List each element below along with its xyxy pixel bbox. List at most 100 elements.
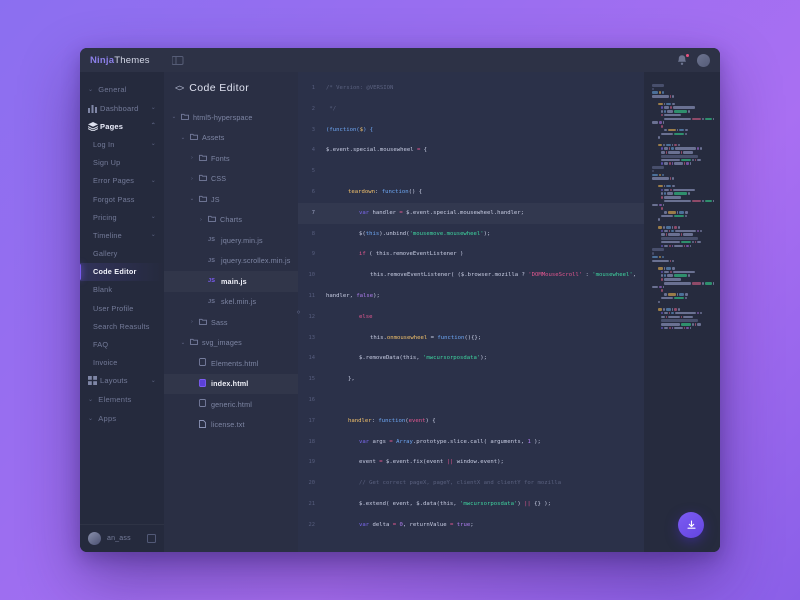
app-logo[interactable]: NinjaThemes: [90, 55, 150, 66]
chevron-down-icon: ⌄: [150, 214, 156, 221]
code-minimap[interactable]: [644, 72, 720, 552]
code-line[interactable]: var args = Array.prototype.slice.call( a…: [320, 432, 644, 453]
tree-folder-row[interactable]: › CSS: [164, 169, 298, 190]
tree-folder-row[interactable]: › Fonts: [164, 148, 298, 169]
minimap-line: [652, 117, 714, 121]
sidebar-item-gallery[interactable]: Gallery: [80, 245, 164, 263]
tree-item-label: main.js: [221, 276, 247, 286]
code-token: args: [369, 438, 390, 445]
sidebar-group-elements[interactable]: ⌄ Elements: [80, 390, 164, 409]
app-window: NinjaThemes ⌄ General Dashboard ⌄ Pages …: [80, 48, 720, 552]
sidebar-item-pricing[interactable]: Pricing ⌄: [80, 208, 164, 226]
minimap-token: [675, 147, 697, 151]
code-line[interactable]: this.onmousewheel = function(){};: [320, 328, 644, 349]
tree-folder-row[interactable]: › Charts: [164, 210, 298, 231]
tree-file-row[interactable]: JS jquery.min.js: [164, 230, 298, 251]
sidebar-item-error-pages[interactable]: Error Pages ⌄: [80, 172, 164, 190]
code-line[interactable]: $.removeData(this, 'mwcursorposdata');: [320, 348, 644, 369]
tree-file-row[interactable]: Elements.html: [164, 353, 298, 374]
code-line[interactable]: handler, false);: [320, 286, 644, 307]
tree-file-row[interactable]: index.html: [164, 374, 298, 395]
code-content[interactable]: /* Version: @VERSION */(function($) {$.e…: [320, 72, 644, 552]
bell-icon[interactable]: [676, 52, 690, 67]
tree-folder-row[interactable]: ⌄ JS: [164, 189, 298, 210]
sidebar-item-log-in[interactable]: Log In ⌄: [80, 135, 164, 153]
code-line[interactable]: $(this).unbind('mousemove.mousewheel');: [320, 224, 644, 245]
file-tree[interactable]: ⌄ html5-hyperspace ⌄ Assets › Fonts › CSS ⌄ JS › Ch…: [164, 104, 298, 552]
minimap-token: [685, 132, 687, 136]
code-line[interactable]: $.event.special.mousewheel = {: [320, 140, 644, 161]
avatar[interactable]: [697, 53, 710, 67]
code-line[interactable]: [320, 390, 644, 411]
sidebar-item-layouts[interactable]: Layouts ⌄: [80, 372, 164, 390]
disclosure-arrow-icon[interactable]: ⌄: [180, 340, 186, 346]
tree-folder-row[interactable]: › Sass: [164, 312, 298, 333]
minimap-token: [683, 326, 686, 330]
tree-file-row[interactable]: license.txt: [164, 415, 298, 436]
sidebar-item-user-profile[interactable]: User Profile: [80, 299, 164, 317]
code-line[interactable]: },: [320, 369, 644, 390]
code-line[interactable]: var delta = 0, returnValue = true;: [320, 515, 644, 536]
disclosure-arrow-icon[interactable]: ⌄: [180, 135, 186, 141]
code-line[interactable]: (function($) {: [320, 120, 644, 141]
sidebar-item-pages[interactable]: Pages ⌃: [80, 117, 164, 135]
sidebar-item-search-results[interactable]: Search Reasults: [80, 317, 164, 335]
code-line[interactable]: [320, 161, 644, 182]
tree-file-row[interactable]: JS main.js: [164, 271, 298, 292]
minimap-token: [673, 214, 685, 218]
tree-file-row[interactable]: JS skel.min.js: [164, 292, 298, 313]
tree-file-row[interactable]: generic.html: [164, 394, 298, 415]
sidebar-item-sign-up[interactable]: Sign Up: [80, 154, 164, 172]
code-line[interactable]: $.extend( event, $.data(this, 'mwcursorp…: [320, 494, 644, 515]
sidebar-item-label: Code Editor: [93, 267, 137, 277]
disclosure-arrow-icon[interactable]: ›: [198, 217, 204, 223]
code-token: (function(: [326, 126, 360, 133]
disclosure-arrow-icon[interactable]: ›: [189, 176, 195, 182]
minimap-token: [663, 229, 668, 233]
code-editor[interactable]: 1 2 3 4 5 6 7 8 9 10 11 12 13 14 15 16 17 18 19 20 21 22 /* V…: [298, 72, 720, 552]
code-line[interactable]: if ( this.removeEventListener ): [320, 244, 644, 265]
code-line[interactable]: var handler = $.event.special.mousewheel…: [320, 203, 644, 224]
sidebar-group-general[interactable]: ⌄ General: [80, 80, 164, 99]
code-line[interactable]: */: [320, 99, 644, 120]
tree-folder-row[interactable]: ⌄ svg_images: [164, 333, 298, 354]
avatar[interactable]: [88, 532, 101, 545]
sidebar-scroll[interactable]: ⌄ General Dashboard ⌄ Pages ⌃ Log In ⌄ S…: [80, 72, 164, 524]
tree-file-row[interactable]: JS jquery.scrollex.min.js: [164, 251, 298, 272]
code-line[interactable]: handler: function(event) {: [320, 411, 644, 432]
code-line[interactable]: else: [320, 307, 644, 328]
tree-folder-row[interactable]: ⌄ html5-hyperspace: [164, 107, 298, 128]
sidebar-username: an_ass: [107, 535, 131, 542]
sidebar-item-forgot-pass[interactable]: Forgot Pass: [80, 190, 164, 208]
minimap-token: [704, 281, 712, 285]
minimap-line: [652, 218, 714, 222]
sidebar-item-blank[interactable]: Blank: [80, 281, 164, 299]
download-button[interactable]: [678, 512, 704, 538]
disclosure-arrow-icon[interactable]: ⌄: [171, 114, 177, 120]
sidebar-item-label: Blank: [93, 285, 113, 295]
disclosure-arrow-icon[interactable]: ›: [189, 319, 195, 325]
sidebar-item-timeline[interactable]: Timeline ⌄: [80, 226, 164, 244]
code-line[interactable]: // Get correct pageX, pageY, clientX and…: [320, 473, 644, 494]
disclosure-arrow-icon[interactable]: ⌄: [189, 196, 195, 202]
minimap-token: [689, 162, 692, 166]
logout-icon[interactable]: [147, 534, 156, 543]
code-line[interactable]: event = $.event.fix(event || window.even…: [320, 452, 644, 473]
minimap-token: [658, 300, 660, 304]
resize-handle-icon[interactable]: ‹›: [293, 304, 303, 320]
code-line[interactable]: teardown: function() {: [320, 182, 644, 203]
sidebar-item-code-editor[interactable]: Code Editor: [80, 262, 164, 281]
disclosure-arrow-icon[interactable]: ›: [189, 155, 195, 161]
code-line[interactable]: /* Version: @VERSION: [320, 78, 644, 99]
tree-folder-row[interactable]: ⌄ Assets: [164, 128, 298, 149]
sidebar-item-label: Error Pages: [93, 176, 135, 186]
sidebar-item-dashboard[interactable]: Dashboard ⌄: [80, 99, 164, 117]
code-line[interactable]: this.removeEventListener( ($.browser.moz…: [320, 265, 644, 286]
line-number: 22: [308, 521, 316, 528]
sidebar-item-invoice[interactable]: Invoice: [80, 354, 164, 372]
code-token: $(: [359, 230, 366, 237]
sidebar-item-faq[interactable]: FAQ: [80, 335, 164, 353]
collapse-sidebar-icon[interactable]: [172, 55, 185, 66]
minimap-token: [671, 308, 674, 311]
sidebar-group-apps[interactable]: ⌄ Apps: [80, 409, 164, 428]
